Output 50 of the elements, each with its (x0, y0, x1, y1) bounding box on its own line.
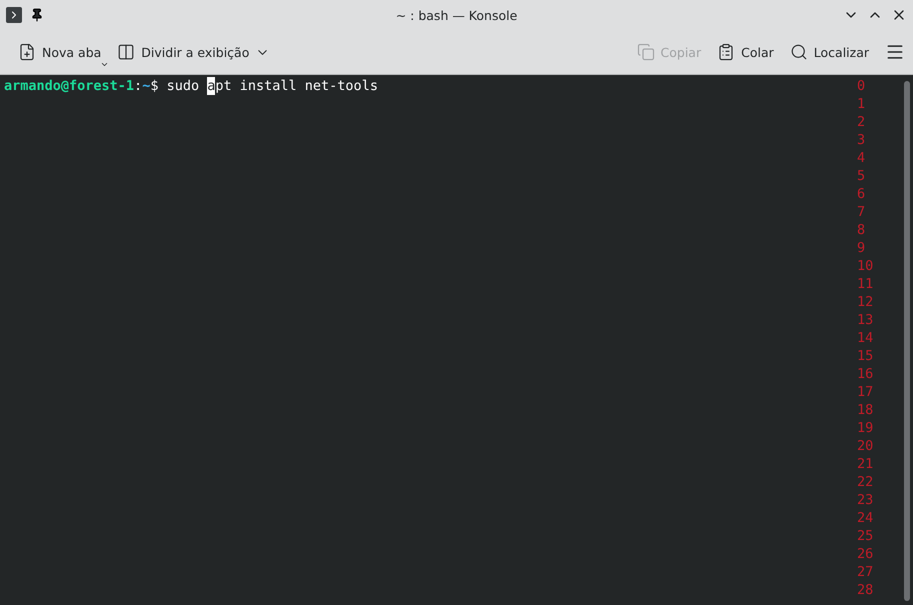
window-title: ~ : bash — Konsole (396, 8, 518, 22)
prompt-path: ~ (142, 77, 150, 95)
row-number: 7 (857, 203, 866, 221)
row-number: 2 (857, 113, 866, 131)
toolbar-button[interactable]: Nova aba (12, 39, 108, 65)
row-number: 4 (857, 149, 866, 167)
row-number: 11 (857, 275, 874, 293)
caret-icon (100, 60, 110, 69)
row-number: 22 (857, 473, 874, 491)
row-number: 12 (857, 293, 874, 311)
row-number: 27 (857, 563, 874, 581)
row-number: 28 (857, 581, 874, 599)
prompt-user-host: armando@forest-1 (4, 77, 134, 95)
row-number: 8 (857, 221, 866, 239)
row-number: 24 (857, 509, 874, 527)
row-number: 6 (857, 185, 866, 203)
copy-icon (636, 43, 655, 61)
prompt-symbol: $ (150, 77, 158, 95)
row-number: 14 (857, 329, 874, 347)
row-number: 13 (857, 311, 874, 329)
clipboard-icon (717, 43, 736, 61)
split-view-icon (117, 43, 136, 61)
row-number: 0 (857, 77, 866, 95)
toolbar-button[interactable]: Localizar (784, 39, 875, 65)
row-number: 10 (857, 257, 874, 275)
row-number: 19 (857, 419, 874, 437)
pin-icon[interactable] (30, 8, 44, 22)
toolbar-button[interactable]: Dividir a exibição (111, 39, 276, 65)
row-number: 23 (857, 491, 874, 509)
scrollbar-thumb[interactable] (904, 81, 910, 601)
row-number: 26 (857, 545, 874, 563)
row-number: 17 (857, 383, 874, 401)
row-number: 16 (857, 365, 874, 383)
row-number: 15 (857, 347, 874, 365)
new-tab-icon (18, 43, 36, 61)
row-number: 1 (857, 95, 866, 113)
search-icon (790, 43, 808, 61)
prompt-separator: : (134, 77, 142, 95)
text-cursor: a (207, 77, 216, 95)
row-number: 5 (857, 167, 866, 185)
row-number: 9 (857, 239, 866, 257)
toolbar-button[interactable]: Colar (711, 39, 780, 65)
row-number: 25 (857, 527, 874, 545)
command-text: sudo (166, 77, 200, 95)
command-text: pt install net-tools (215, 77, 378, 95)
row-number: 20 (857, 437, 874, 455)
row-number: 21 (857, 455, 874, 473)
row-number: 3 (857, 131, 866, 149)
terminal-app-icon[interactable] (6, 7, 22, 23)
row-number: 18 (857, 401, 874, 419)
